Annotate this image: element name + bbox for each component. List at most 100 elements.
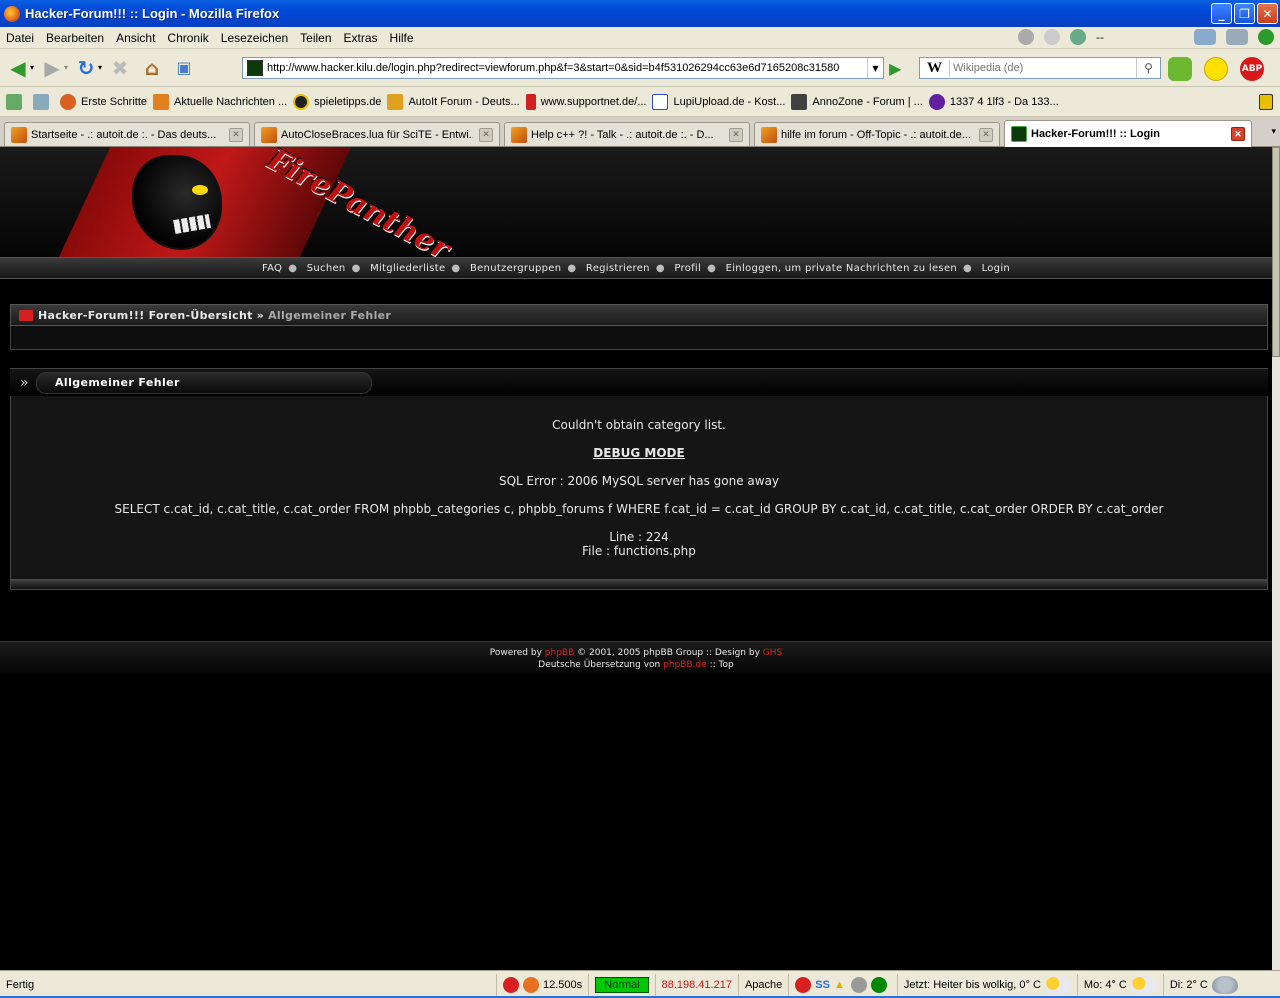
- status-bar: Fertig 12.500s Normal 88.198.41.217 Apac…: [0, 970, 1280, 998]
- footer-phpbb-link[interactable]: phpBB: [545, 648, 574, 658]
- page-scrollbar[interactable]: [1272, 147, 1280, 970]
- tab-close-icon[interactable]: ✕: [979, 127, 993, 142]
- status-noscript[interactable]: 12.500s: [496, 973, 588, 996]
- wikipedia-engine-icon[interactable]: W: [920, 59, 950, 77]
- site-header: FirePanther: [0, 147, 1272, 267]
- window-title: Hacker-Forum!!! :: Login - Mozilla Firef…: [25, 6, 280, 21]
- menu-ansicht[interactable]: Ansicht: [110, 31, 161, 45]
- nav-bullet: ●: [963, 263, 973, 274]
- site-footer: Powered by phpBB © 2001, 2005 phpBB Grou…: [0, 641, 1272, 673]
- scrollbar-thumb[interactable]: [1272, 147, 1280, 357]
- info-icon[interactable]: [1258, 29, 1274, 45]
- url-bar[interactable]: http://www.hacker.kilu.de/login.php?redi…: [242, 57, 884, 79]
- tab-close-icon[interactable]: ✕: [1231, 127, 1245, 141]
- addon-toolbar-icons: ABP: [1168, 57, 1264, 81]
- home-icon[interactable]: ⌂: [138, 54, 166, 82]
- bookmark-item[interactable]: spieletipps.de: [293, 93, 381, 110]
- menu-hilfe[interactable]: Hilfe: [384, 31, 420, 45]
- url-history-dropdown-icon[interactable]: ▼: [867, 58, 883, 78]
- breadcrumb-home-link[interactable]: Hacker-Forum!!! Foren-Übersicht: [38, 309, 253, 322]
- bookmark-item[interactable]: Erste Schritte: [60, 93, 147, 110]
- menu-extras[interactable]: Extras: [338, 31, 384, 45]
- sync-icon[interactable]: [1044, 29, 1061, 45]
- nav-registrieren[interactable]: Registrieren: [586, 263, 650, 274]
- forward-icon[interactable]: ▶: [38, 54, 66, 82]
- menu-teilen[interactable]: Teilen: [294, 31, 337, 45]
- plus-icon: [6, 93, 22, 110]
- download-status-icon[interactable]: [1018, 29, 1035, 45]
- globe-icon[interactable]: [1070, 29, 1087, 45]
- reload-icon[interactable]: ↻: [72, 54, 100, 82]
- nav-benutzergruppen[interactable]: Benutzergruppen: [470, 263, 561, 274]
- greasemonkey-icon[interactable]: [1168, 57, 1192, 81]
- weather-rain-icon[interactable]: [1226, 29, 1248, 45]
- weather-cloud-icon[interactable]: [1194, 29, 1216, 45]
- menu-datei[interactable]: Datei: [0, 31, 40, 45]
- forward-dropdown-icon[interactable]: ▾: [64, 63, 68, 72]
- breadcrumb-separator: »: [256, 308, 265, 322]
- back-dropdown-icon[interactable]: ▾: [30, 63, 34, 72]
- footer-top-link[interactable]: :: Top: [710, 660, 734, 670]
- addon-screenshot-icon[interactable]: ▣: [170, 54, 198, 82]
- status-addons[interactable]: SS ▲: [788, 973, 897, 996]
- menu-bearbeiten[interactable]: Bearbeiten: [40, 31, 110, 45]
- smiley-icon[interactable]: [1204, 57, 1228, 81]
- error-title: Allgemeiner Fehler: [55, 376, 180, 389]
- tab-hilfe-im-forum[interactable]: hilfe im forum - Off-Topic - .: autoit.d…: [754, 122, 1000, 146]
- nav-bullet: ●: [707, 263, 717, 274]
- search-icon[interactable]: ⚲: [1136, 58, 1160, 78]
- tab-autoclosebraces[interactable]: AutoCloseBraces.lua für SciTE - Entwi...…: [254, 122, 500, 146]
- menu-chronik[interactable]: Chronik: [161, 31, 214, 45]
- bookmarks-overflow-icon[interactable]: [1259, 93, 1278, 110]
- nav-bullet: ●: [288, 263, 298, 274]
- bookmark-item[interactable]: LupiUpload.de - Kost...: [652, 93, 785, 110]
- reload-dropdown-icon[interactable]: ▾: [98, 63, 102, 72]
- breadcrumb-spacer: [10, 326, 1268, 350]
- minimize-button[interactable]: _: [1211, 3, 1232, 24]
- nav-faq[interactable]: FAQ: [262, 263, 282, 274]
- tab-help-cpp[interactable]: Help c++ ?! - Talk - .: autoit.de :. - D…: [504, 122, 750, 146]
- nav-profil[interactable]: Profil: [674, 263, 701, 274]
- url-text[interactable]: http://www.hacker.kilu.de/login.php?redi…: [267, 62, 839, 74]
- status-mode[interactable]: Normal: [588, 973, 654, 996]
- nav-mitgliederliste[interactable]: Mitgliederliste: [370, 263, 445, 274]
- menu-lesezeichen[interactable]: Lesezeichen: [215, 31, 294, 45]
- tab-close-icon[interactable]: ✕: [479, 127, 493, 142]
- footer-phpbbde-link[interactable]: phpBB.de: [663, 660, 707, 670]
- weather-partly-cloudy-icon: [1130, 975, 1157, 994]
- tab-hacker-forum-login[interactable]: Hacker-Forum!!! :: Login ✕: [1004, 120, 1252, 147]
- weather-tuesday[interactable]: Di: 2° C: [1162, 973, 1244, 996]
- bookmark-item[interactable]: AutoIt Forum - Deuts...: [387, 93, 520, 110]
- breadcrumb: Hacker-Forum!!! Foren-Übersicht » Allgem…: [10, 304, 1268, 326]
- weather-monday[interactable]: Mo: 4° C: [1076, 973, 1163, 996]
- search-input[interactable]: [953, 62, 1133, 74]
- bookmarks-manager-icon[interactable]: [33, 93, 54, 110]
- weather-now[interactable]: Jetzt: Heiter bis wolkig, 0° C: [896, 973, 1077, 996]
- stop-icon[interactable]: ✖: [106, 54, 134, 82]
- footer-powered-text: Powered by: [489, 648, 542, 658]
- add-bookmark-icon[interactable]: [6, 93, 27, 110]
- nav-suchen[interactable]: Suchen: [307, 263, 346, 274]
- stop-sign-icon: [795, 976, 812, 993]
- bookmark-item[interactable]: www.supportnet.de/...: [525, 93, 646, 110]
- bookmark-item[interactable]: 1337 4 1lf3 - Da 133...: [928, 93, 1059, 110]
- adblock-icon[interactable]: ABP: [1240, 57, 1264, 81]
- bookmark-item[interactable]: AnnoZone - Forum | ...: [791, 93, 923, 110]
- chevron-right-icon: »: [20, 375, 29, 391]
- tab-list-icon[interactable]: ▾: [1271, 127, 1276, 137]
- error-line: Line : 224: [609, 530, 669, 544]
- go-icon[interactable]: ▶: [889, 59, 901, 78]
- nav-private-messages[interactable]: Einloggen, um private Nachrichten zu les…: [726, 263, 957, 274]
- back-icon[interactable]: ◀: [4, 54, 32, 82]
- close-button[interactable]: ✕: [1257, 3, 1278, 24]
- maximize-button[interactable]: ❐: [1234, 3, 1255, 24]
- status-text: Fertig: [6, 978, 35, 991]
- bookmark-item[interactable]: Aktuelle Nachrichten ...: [153, 93, 287, 110]
- nav-login[interactable]: Login: [982, 263, 1010, 274]
- footer-ghs-link[interactable]: GHS: [763, 648, 782, 658]
- tab-startseite[interactable]: Startseite - .: autoit.de :. - Das deuts…: [4, 122, 250, 146]
- search-bar[interactable]: W ⚲: [919, 57, 1161, 79]
- tab-close-icon[interactable]: ✕: [729, 127, 743, 142]
- ip-address[interactable]: 88.198.41.217: [654, 973, 738, 996]
- tab-close-icon[interactable]: ✕: [229, 127, 243, 142]
